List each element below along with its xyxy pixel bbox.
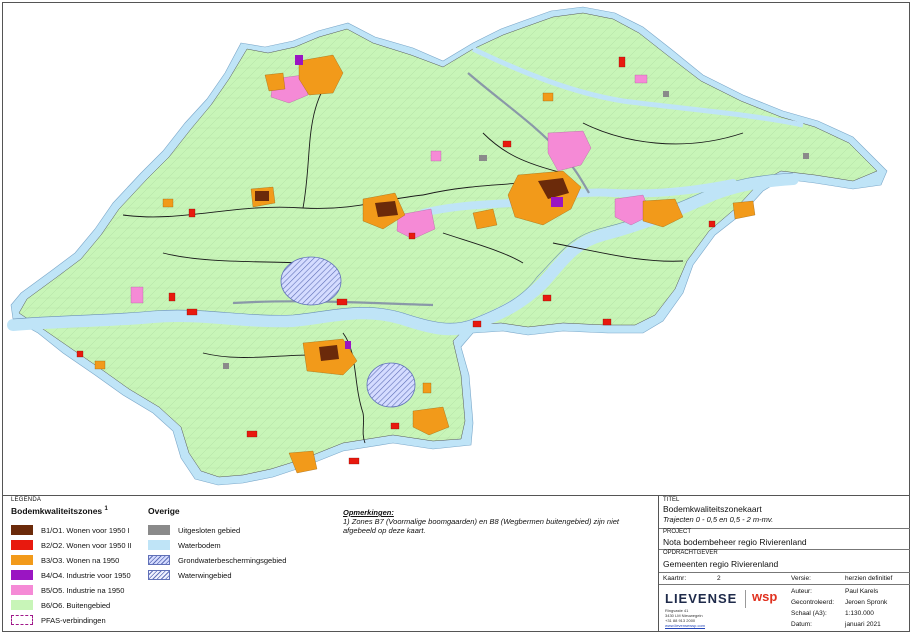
title-block: TITEL Bodemkwaliteitszonekaart Trajecten… (658, 496, 910, 632)
auteur-label: Auteur: (791, 588, 812, 595)
remarks-title: Opmerkingen: (343, 508, 394, 517)
schaal-value: 1:130.000 (845, 610, 874, 617)
map-subtitle: Trajecten 0 - 0,5 en 0,5 - 2 m-mv. (663, 515, 774, 524)
legend-item-other: Waterbodem (148, 539, 221, 551)
kaartnr-label: Kaartnr: (663, 575, 687, 582)
legend-item-zone: B1/O1. Wonen voor 1950 I (11, 524, 130, 536)
other-swatch (148, 540, 170, 550)
pfas-swatch (11, 615, 33, 625)
map-footer: LEGENDA Bodemkwaliteitszones 1 B1/O1. Wo… (3, 495, 910, 632)
client-name: Gemeenten regio Rivierenland (663, 559, 779, 569)
other-swatch (148, 570, 170, 580)
zone-swatch (11, 600, 33, 610)
groundwater-protection-zone (280, 256, 342, 306)
zone-swatch (11, 540, 33, 550)
legend-others-title: Overige (148, 506, 180, 516)
legend-item-other: Waterwingebied (148, 569, 232, 581)
titel-label: TITEL (663, 497, 680, 503)
groundwater-protection-zone (366, 362, 416, 408)
soil-quality-map (7, 6, 888, 486)
zone-swatch (11, 555, 33, 565)
other-swatch (148, 555, 170, 565)
datum-label: Datum: (791, 621, 812, 628)
remarks-text: 1) Zones B7 (Voormalige boomgaarden) en … (343, 517, 619, 535)
gecontroleerd-value: Jeroen Spronk (845, 599, 888, 606)
schaal-label: Schaal (A3): (791, 610, 827, 617)
company-website-link[interactable]: www.lievensewsp.com (665, 623, 705, 628)
project-name: Nota bodembeheer regio Rivierenland (663, 537, 807, 547)
auteur-value: Paul Karels (845, 588, 879, 595)
lievense-logo: LIEVENSE (665, 591, 738, 606)
legend-header: LEGENDA (11, 497, 42, 503)
versie-label: Versie: (791, 575, 811, 582)
legend-zones-title: Bodemkwaliteitszones 1 (11, 506, 108, 516)
project-label: PROJECT (663, 529, 692, 535)
legend-item-other: Grondwaterbeschermingsgebied (148, 554, 286, 566)
kaartnr-value: 2 (717, 575, 721, 582)
legend-item-zone: B6/O6. Buitengebied (11, 599, 110, 611)
zone-swatch (11, 585, 33, 595)
legend-item-zone: B2/O2. Wonen voor 1950 II (11, 539, 132, 551)
gecontroleerd-label: Gecontroleerd: (791, 599, 834, 606)
other-swatch (148, 525, 170, 535)
datum-value: januari 2021 (845, 621, 881, 628)
legend-item-zone: B5/O5. Industrie na 1950 (11, 584, 124, 596)
zone-swatch (11, 525, 33, 535)
map-title: Bodemkwaliteitszonekaart (663, 504, 762, 514)
logo-separator (745, 590, 746, 608)
versie-value: herzien definitief (845, 575, 893, 582)
legend-item-other: Uitgesloten gebied (148, 524, 240, 536)
wsp-logo: wsp (752, 589, 778, 604)
company-address: Ringvaste 41 3430 LM Nieuwegein +31 88 9… (665, 608, 706, 628)
client-label: OPDRACHTGEVER (663, 550, 718, 556)
legend-item-pfas: PFAS-verbindingen (11, 614, 106, 626)
legend-item-zone: B3/O3. Wonen na 1950 (11, 554, 119, 566)
legend-item-zone: B4/O4. Industrie voor 1950 (11, 569, 131, 581)
zone-swatch (11, 570, 33, 580)
